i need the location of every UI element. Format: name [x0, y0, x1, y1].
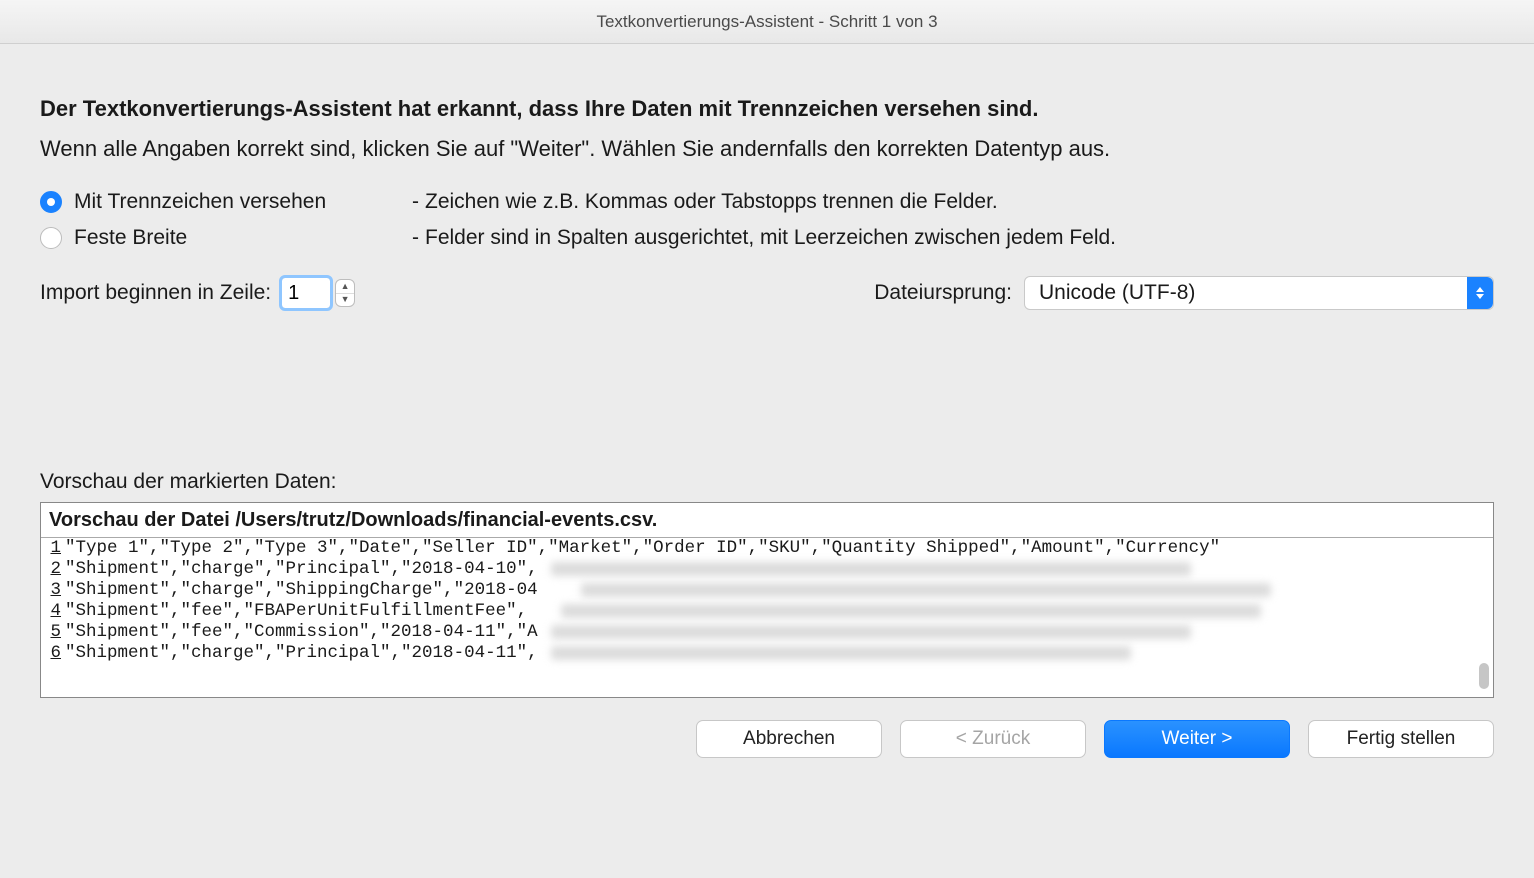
next-button[interactable]: Weiter > [1104, 720, 1290, 758]
finish-button[interactable]: Fertig stellen [1308, 720, 1494, 758]
radio-delimited-label: Mit Trennzeichen versehen [74, 190, 406, 214]
preview-lines: 1"Type 1","Type 2","Type 3","Date","Sell… [41, 538, 1493, 664]
window-title: Textkonvertierungs-Assistent - Schritt 1… [596, 12, 937, 32]
wizard-heading: Der Textkonvertierungs-Assistent hat erk… [40, 96, 1494, 122]
chevron-down-icon[interactable]: ▼ [336, 294, 354, 307]
separator-dash: - [412, 190, 419, 214]
start-row-stepper[interactable]: ▲ ▼ [335, 279, 355, 307]
preview-line: 1"Type 1","Type 2","Type 3","Date","Sell… [41, 538, 1493, 559]
radio-fixed[interactable] [40, 227, 62, 249]
file-origin-label: Dateiursprung: [874, 281, 1012, 305]
file-origin-select[interactable]: Unicode (UTF-8) [1024, 276, 1494, 310]
window-titlebar: Textkonvertierungs-Assistent - Schritt 1… [0, 0, 1534, 44]
radio-delimited-desc: Zeichen wie z.B. Kommas oder Tabstopps t… [425, 190, 998, 214]
radio-delimited[interactable] [40, 191, 62, 213]
select-arrows-icon[interactable] [1467, 277, 1493, 309]
radio-fixed-label: Feste Breite [74, 226, 406, 250]
chevron-up-icon[interactable]: ▲ [336, 280, 354, 294]
file-origin-value: Unicode (UTF-8) [1039, 281, 1195, 305]
start-row-label: Import beginnen in Zeile: [40, 281, 271, 305]
start-row-input[interactable] [281, 277, 331, 309]
radio-row-delimited[interactable]: Mit Trennzeichen versehen - Zeichen wie … [40, 190, 1494, 214]
cancel-button[interactable]: Abbrechen [696, 720, 882, 758]
wizard-footer: Abbrechen < Zurück Weiter > Fertig stell… [0, 698, 1534, 758]
preview-file-title: Vorschau der Datei /Users/trutz/Download… [41, 503, 1493, 538]
preview-scrollbar[interactable] [1479, 663, 1489, 689]
preview-section-label: Vorschau der markierten Daten: [40, 470, 1494, 494]
radio-row-fixed[interactable]: Feste Breite - Felder sind in Spalten au… [40, 226, 1494, 250]
radio-fixed-desc: Felder sind in Spalten ausgerichtet, mit… [425, 226, 1116, 250]
redacted-region [541, 560, 1475, 664]
preview-box: Vorschau der Datei /Users/trutz/Download… [40, 502, 1494, 698]
separator-dash: - [412, 226, 419, 250]
back-button: < Zurück [900, 720, 1086, 758]
wizard-subheading: Wenn alle Angaben korrekt sind, klicken … [40, 136, 1494, 162]
